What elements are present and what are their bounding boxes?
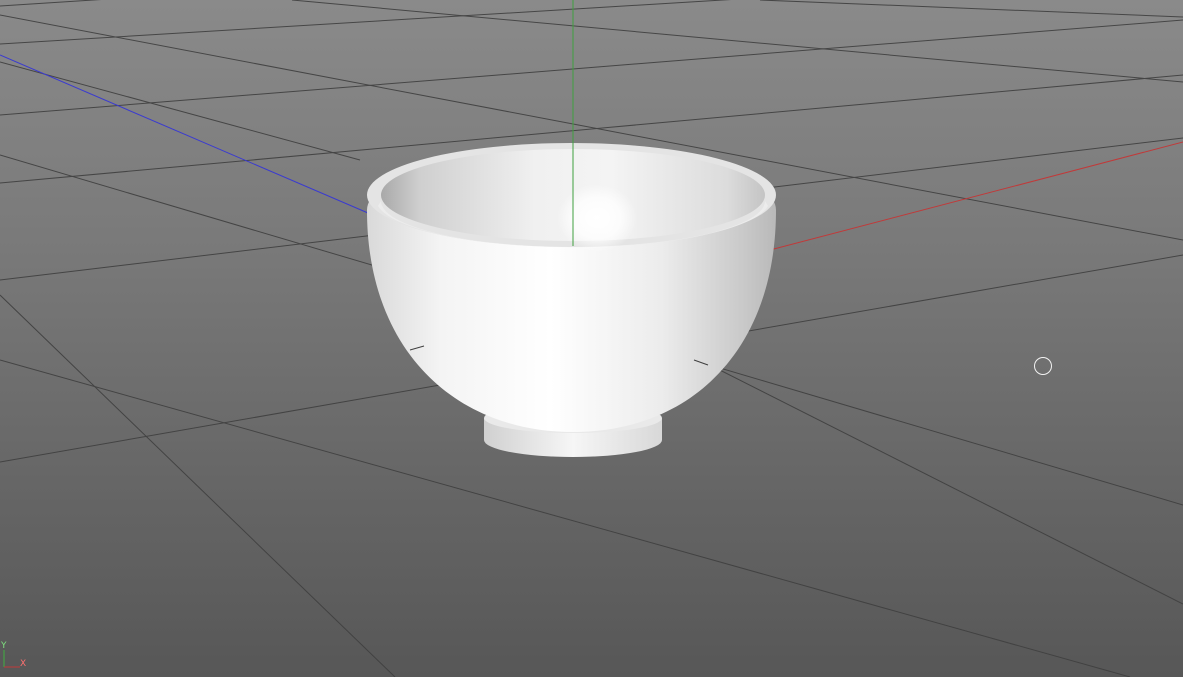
bowl-object <box>367 143 776 457</box>
circle-cursor-icon <box>1034 357 1052 375</box>
z-axis-line <box>0 54 369 214</box>
3d-viewport[interactable]: Y X <box>0 0 1183 677</box>
axis-gizmo: Y X <box>0 640 34 677</box>
axis-y-label: Y <box>1 641 7 651</box>
axis-x-label: X <box>20 659 27 669</box>
viewport-scene <box>0 0 1183 677</box>
x-axis-line <box>769 141 1183 251</box>
